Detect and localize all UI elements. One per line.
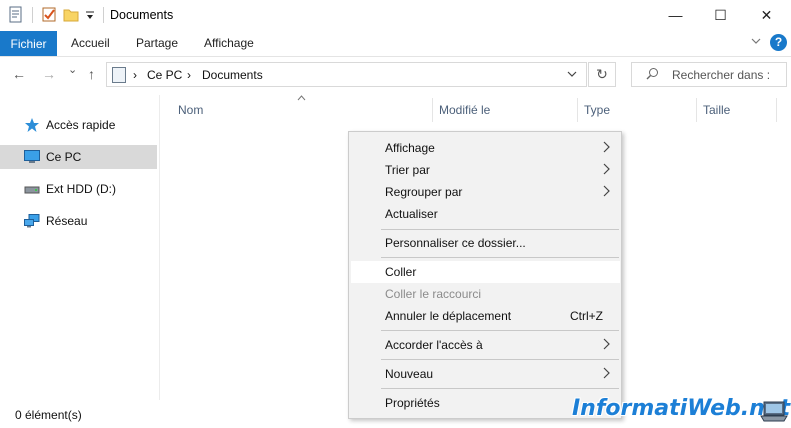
menu-divider (381, 330, 619, 331)
sidebar-item-quick-access[interactable]: Accès rapide (0, 113, 157, 137)
menu-item-label: Propriétés (385, 396, 440, 410)
network-icon (24, 214, 40, 228)
star-icon (24, 118, 40, 132)
tab-file[interactable]: Fichier (0, 31, 57, 56)
sidebar-item-label: Ext HDD (D:) (46, 182, 116, 196)
refresh-button[interactable]: ↻ (588, 62, 616, 87)
window-title: Documents (110, 8, 174, 22)
sort-indicator-icon (297, 93, 306, 103)
column-divider[interactable] (776, 98, 777, 122)
sidebar-item-ext-hdd[interactable]: Ext HDD (D:) (0, 177, 157, 201)
menu-item-label: Trier par (385, 163, 430, 177)
menu-item-label: Accorder l'accès à (385, 338, 483, 352)
column-header-modified[interactable]: Modifié le (439, 103, 490, 117)
menu-item-refresh[interactable]: Actualiser (351, 203, 620, 225)
menu-item-label: Coller (385, 265, 417, 279)
column-header-name[interactable]: Nom (178, 103, 203, 117)
pane-divider[interactable] (159, 95, 160, 400)
search-icon (646, 67, 658, 80)
menu-item-sort-by[interactable]: Trier par (351, 159, 620, 181)
menu-divider (381, 388, 619, 389)
minimize-button[interactable]: — (653, 0, 698, 30)
chevron-right-icon (601, 140, 611, 154)
search-input[interactable]: Rechercher dans : (631, 62, 787, 87)
back-button[interactable]: ← (12, 66, 26, 82)
breadcrumb-separator: › (187, 68, 191, 82)
menu-item-group-by[interactable]: Regrouper par (351, 181, 620, 203)
toolbar-divider (103, 7, 104, 23)
menu-item-undo-move[interactable]: Annuler le déplacement Ctrl+Z (351, 305, 620, 327)
status-item-count: 0 élément(s) (15, 408, 82, 422)
search-placeholder: Rechercher dans : (672, 68, 771, 82)
sidebar-item-label: Réseau (46, 214, 88, 228)
menu-item-label: Actualiser (385, 207, 438, 221)
menu-item-paste[interactable]: Coller (351, 261, 620, 283)
forward-button[interactable]: → (42, 66, 56, 82)
menu-item-customize-folder[interactable]: Personnaliser ce dossier... (351, 232, 620, 254)
context-menu: Affichage Trier par Regrouper par Actual… (348, 131, 622, 419)
navigation-pane: Accès rapide Ce PC Ext HDD (D:) Réseau (0, 93, 158, 403)
computer-icon (24, 150, 40, 164)
sidebar-item-this-pc[interactable]: Ce PC (0, 145, 157, 169)
watermark-logo-icon (760, 400, 788, 424)
ribbon-tabs: Fichier Accueil Partage Affichage ? (0, 31, 791, 57)
breadcrumb-documents[interactable]: Documents (202, 68, 263, 82)
menu-item-label: Affichage (385, 141, 435, 155)
sidebar-item-label: Ce PC (46, 150, 82, 164)
drive-icon (24, 182, 40, 196)
properties-icon[interactable] (8, 6, 24, 24)
column-divider[interactable] (432, 98, 433, 122)
column-header-type[interactable]: Type (584, 103, 610, 117)
help-button[interactable]: ? (770, 34, 787, 51)
menu-item-label: Regrouper par (385, 185, 463, 199)
address-dropdown-icon[interactable] (567, 67, 577, 84)
menu-divider (381, 257, 619, 258)
chevron-right-icon (601, 184, 611, 198)
menu-item-label: Nouveau (385, 367, 434, 381)
menu-item-label: Annuler le déplacement (385, 309, 512, 323)
this-pc-icon (112, 67, 126, 83)
tab-share[interactable]: Partage (136, 36, 178, 50)
menu-divider (381, 229, 619, 230)
menu-divider (381, 359, 619, 360)
quick-access-toolbar (8, 6, 106, 24)
watermark-text: InformatiWeb.net (572, 396, 791, 421)
chevron-down-icon[interactable] (750, 35, 762, 50)
column-divider[interactable] (696, 98, 697, 122)
sidebar-item-label: Accès rapide (46, 118, 116, 132)
column-header-size[interactable]: Taille (703, 103, 730, 117)
menu-item-label: Coller le raccourci (385, 287, 482, 301)
toolbar-dropdown-icon[interactable] (85, 6, 95, 24)
maximize-button[interactable]: ☐ (698, 0, 743, 30)
new-folder-icon[interactable] (63, 6, 79, 24)
breadcrumb-this-pc[interactable]: Ce PC (147, 68, 182, 82)
menu-item-view[interactable]: Affichage (351, 137, 620, 159)
tab-view[interactable]: Affichage (204, 36, 254, 50)
menu-item-give-access[interactable]: Accorder l'accès à (351, 334, 620, 356)
sidebar-item-network[interactable]: Réseau (0, 209, 157, 233)
address-bar[interactable]: › Ce PC › Documents (106, 62, 587, 87)
close-button[interactable]: ✕ (744, 0, 789, 30)
toolbar-divider (32, 7, 33, 23)
menu-item-shortcut: Ctrl+Z (570, 309, 603, 323)
menu-item-paste-shortcut: Coller le raccourci (351, 283, 620, 305)
recent-locations-button[interactable]: ⌄ (68, 63, 77, 76)
menu-item-new[interactable]: Nouveau (351, 363, 620, 385)
chevron-right-icon (601, 366, 611, 380)
tab-home[interactable]: Accueil (71, 36, 110, 50)
checkmark-icon[interactable] (41, 6, 57, 24)
up-button[interactable]: ↑ (88, 66, 95, 82)
breadcrumb-separator: › (133, 68, 137, 82)
column-divider[interactable] (577, 98, 578, 122)
title-bar: Documents — ☐ ✕ (0, 0, 791, 31)
menu-item-label: Personnaliser ce dossier... (385, 236, 526, 250)
chevron-right-icon (601, 162, 611, 176)
chevron-right-icon (601, 337, 611, 351)
